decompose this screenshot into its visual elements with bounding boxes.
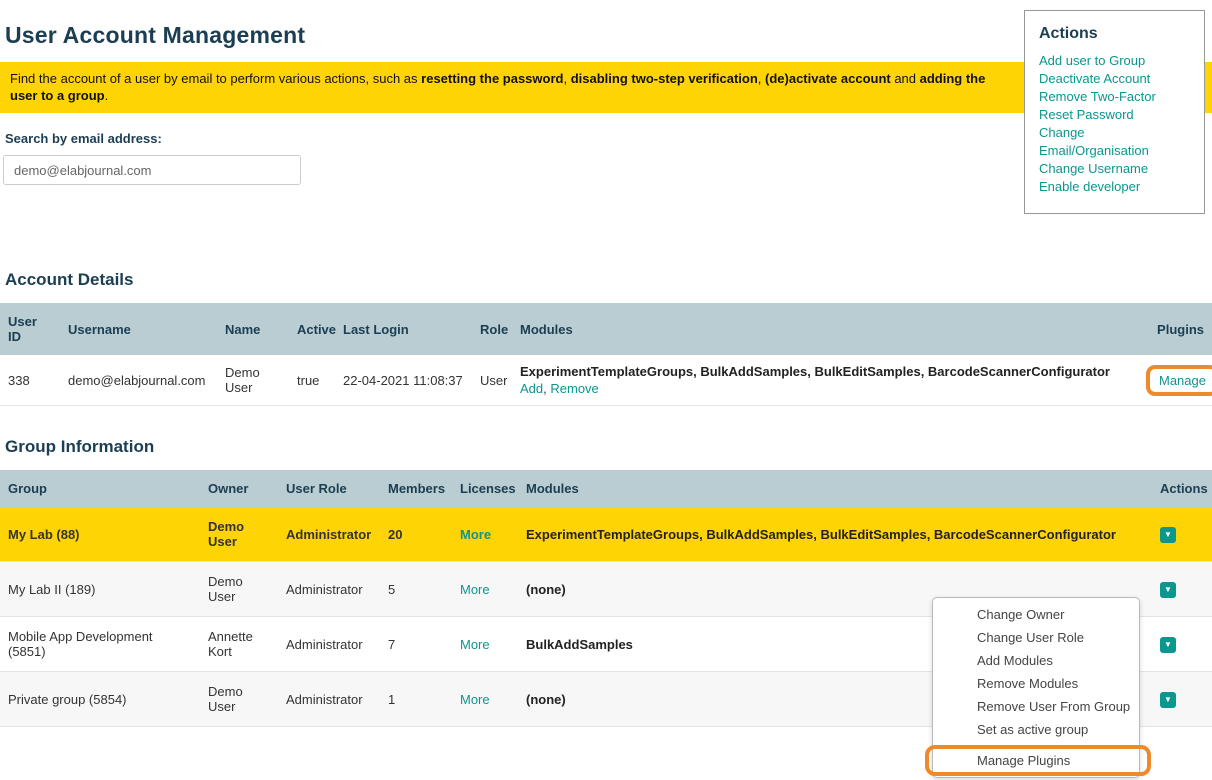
group-row-my-lab: My Lab (88) Demo User Administrator 20 M… — [0, 507, 1212, 562]
plugins-manage-link[interactable]: Manage — [1159, 373, 1206, 388]
notice-text: , — [563, 71, 570, 86]
group-user-role: Administrator — [278, 617, 380, 672]
column-header-username: Username — [60, 303, 217, 355]
row-actions-dropdown[interactable]: ▼ — [1160, 692, 1176, 708]
licenses-more-link[interactable]: More — [460, 637, 490, 652]
modules-add-link[interactable]: Add — [520, 381, 543, 396]
menu-item-change-user-role[interactable]: Change User Role — [933, 626, 1139, 649]
group-user-role: Administrator — [278, 672, 380, 727]
notice-text: and — [891, 71, 920, 86]
column-header-role: Role — [472, 303, 512, 355]
menu-item-label: Manage Plugins — [977, 753, 1070, 768]
account-modules-cell: ExperimentTemplateGroups, BulkAddSamples… — [512, 355, 1138, 406]
account-username: demo@elabjournal.com — [60, 355, 217, 406]
column-header-licenses: Licenses — [452, 470, 518, 507]
page: User Account Management Find the account… — [0, 0, 1212, 780]
action-link-reset-password[interactable]: Reset Password — [1039, 106, 1190, 124]
action-link-remove-two-factor[interactable]: Remove Two-Factor — [1039, 88, 1190, 106]
menu-item-change-owner[interactable]: Change Owner — [933, 603, 1139, 626]
menu-item-remove-user-from-group[interactable]: Remove User From Group — [933, 695, 1139, 718]
notice-text: , — [758, 71, 765, 86]
row-actions-dropdown[interactable]: ▼ — [1160, 582, 1176, 598]
menu-item-manage-plugins[interactable]: Manage Plugins — [933, 749, 1139, 772]
action-link-change-email-organisation[interactable]: Change Email/Organisation — [1039, 124, 1190, 160]
column-header-actions: Actions — [1152, 470, 1212, 507]
group-name: My Lab II (189) — [0, 562, 200, 617]
column-header-user-role: User Role — [278, 470, 380, 507]
group-information-header-row: Group Owner User Role Members Licenses M… — [0, 470, 1212, 507]
highlight-ring-manage: Manage — [1146, 365, 1212, 396]
row-actions-dropdown[interactable]: ▼ — [1160, 637, 1176, 653]
actions-panel-title: Actions — [1039, 25, 1190, 43]
account-last-login: 22-04-2021 11:08:37 — [335, 355, 472, 406]
chevron-down-icon: ▼ — [1164, 695, 1172, 704]
column-header-user-id: User ID — [0, 303, 60, 355]
menu-item-add-modules[interactable]: Add Modules — [933, 649, 1139, 672]
account-plugins-cell: Manage — [1138, 355, 1212, 406]
chevron-down-icon: ▼ — [1164, 640, 1172, 649]
group-name: My Lab (88) — [0, 507, 200, 562]
column-header-group: Group — [0, 470, 200, 507]
group-members: 1 — [380, 672, 452, 727]
account-user-id: 338 — [0, 355, 60, 406]
group-owner: Annette Kort — [200, 617, 278, 672]
group-owner: Demo User — [200, 672, 278, 727]
group-members: 20 — [380, 507, 452, 562]
account-role: User — [472, 355, 512, 406]
column-header-owner: Owner — [200, 470, 278, 507]
notice-text: Find the account of a user by email to p… — [10, 71, 421, 86]
account-name: Demo User — [217, 355, 289, 406]
account-row: 338 demo@elabjournal.com Demo User true … — [0, 355, 1212, 406]
group-modules: ExperimentTemplateGroups, BulkAddSamples… — [518, 507, 1152, 562]
column-header-modules: Modules — [518, 470, 1152, 507]
chevron-down-icon: ▼ — [1164, 530, 1172, 539]
group-user-role: Administrator — [278, 507, 380, 562]
licenses-more-link[interactable]: More — [460, 692, 490, 707]
column-header-last-login: Last Login — [335, 303, 472, 355]
row-actions-dropdown[interactable]: ▼ — [1160, 527, 1176, 543]
actions-panel: Actions Add user to Group Deactivate Acc… — [1024, 10, 1205, 214]
column-header-plugins: Plugins — [1138, 303, 1212, 355]
licenses-more-link[interactable]: More — [460, 527, 491, 542]
action-link-deactivate-account[interactable]: Deactivate Account — [1039, 70, 1190, 88]
column-header-active: Active — [289, 303, 335, 355]
account-details-header-row: User ID Username Name Active Last Login … — [0, 303, 1212, 355]
group-name: Mobile App Development (5851) — [0, 617, 200, 672]
group-owner: Demo User — [200, 507, 278, 562]
group-information-heading: Group Information — [5, 437, 1212, 457]
group-owner: Demo User — [200, 562, 278, 617]
licenses-more-link[interactable]: More — [460, 582, 490, 597]
modules-remove-link[interactable]: Remove — [550, 381, 598, 396]
group-members: 7 — [380, 617, 452, 672]
account-details-heading: Account Details — [5, 270, 1212, 290]
action-link-change-username[interactable]: Change Username — [1039, 160, 1190, 178]
email-search-input[interactable] — [3, 155, 301, 185]
group-name: Private group (5854) — [0, 672, 200, 727]
account-details-table: User ID Username Name Active Last Login … — [0, 303, 1212, 406]
column-header-modules: Modules — [512, 303, 1138, 355]
action-link-enable-developer[interactable]: Enable developer — [1039, 178, 1190, 196]
account-active: true — [289, 355, 335, 406]
context-menu: Change Owner Change User Role Add Module… — [932, 597, 1140, 778]
menu-item-remove-modules[interactable]: Remove Modules — [933, 672, 1139, 695]
group-members: 5 — [380, 562, 452, 617]
group-user-role: Administrator — [278, 562, 380, 617]
column-header-name: Name — [217, 303, 289, 355]
column-header-members: Members — [380, 470, 452, 507]
notice-text-bold: disabling two-step verification — [571, 71, 758, 86]
menu-item-set-as-active-group[interactable]: Set as active group — [933, 718, 1139, 741]
menu-separator — [933, 745, 1139, 746]
notice-text-bold: resetting the password — [421, 71, 563, 86]
notice-text: . — [105, 88, 109, 103]
chevron-down-icon: ▼ — [1164, 585, 1172, 594]
action-link-add-user-to-group[interactable]: Add user to Group — [1039, 52, 1190, 70]
notice-text-bold: (de)activate account — [765, 71, 891, 86]
account-modules-list: ExperimentTemplateGroups, BulkAddSamples… — [520, 363, 1130, 380]
